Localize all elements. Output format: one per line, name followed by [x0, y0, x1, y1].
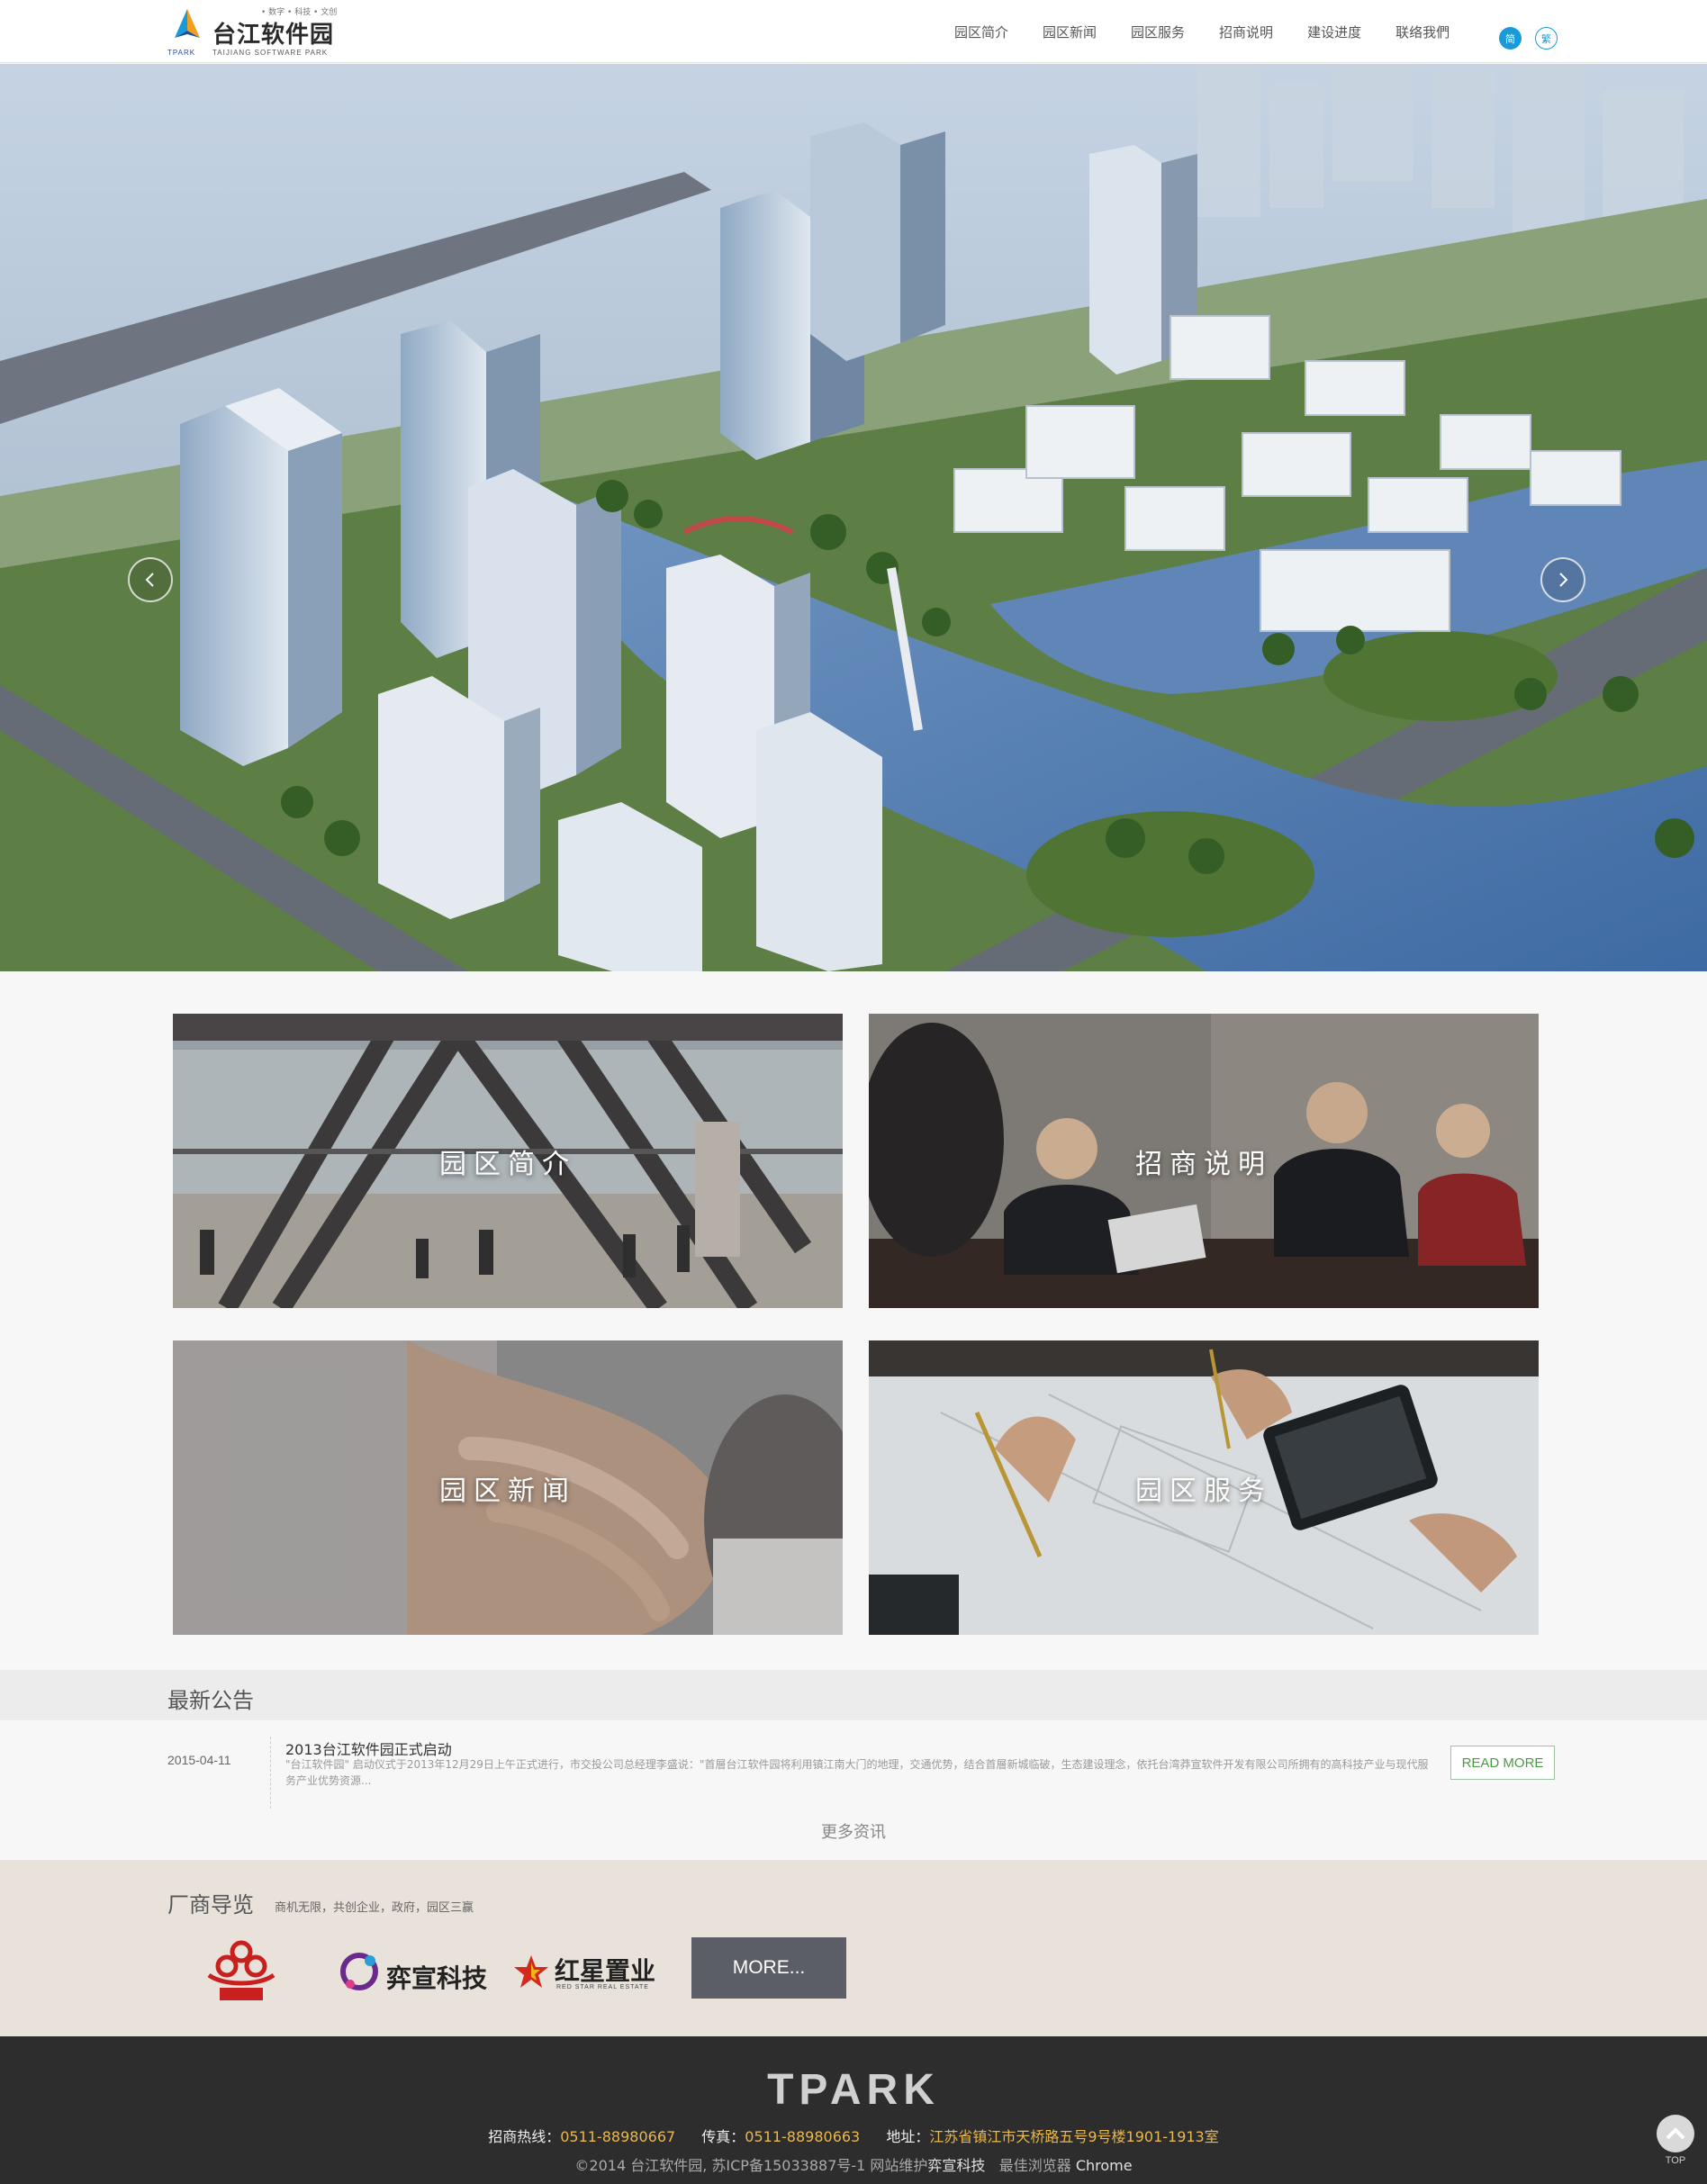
partner-yibang[interactable]: [196, 1939, 286, 2004]
back-to-top-button[interactable]: TOP: [1657, 2115, 1694, 2169]
nav-service[interactable]: 园区服务: [1131, 23, 1185, 41]
notice-item: 2015-04-11 2013台江软件园正式启动 "台江软件园" 启动仪式于20…: [167, 1733, 1555, 1809]
nav-progress[interactable]: 建设进度: [1307, 23, 1361, 41]
back-to-top-label: TOP: [1665, 2155, 1686, 2166]
tile-service-label: 园区服务: [1135, 1475, 1272, 1507]
read-more-button[interactable]: READ MORE: [1450, 1746, 1555, 1780]
footer-copyright: ©2014 台江软件园, 苏ICP备15033887号-1 网站维护弈宣科技 最…: [0, 2153, 1707, 2175]
browser-name: Chrome: [1075, 2157, 1133, 2174]
hero-aerial-image: [0, 64, 1707, 971]
carousel-prev-button[interactable]: [128, 557, 173, 602]
hero-carousel: [0, 64, 1707, 971]
lang-simplified-button[interactable]: 简: [1499, 27, 1522, 50]
hotline-value: 0511-88980667: [560, 2128, 676, 2145]
partner-yixuan[interactable]: 弈宣科技: [338, 1939, 500, 2004]
back-to-top-circle: [1657, 2115, 1694, 2152]
tile-intro-label: 园区简介: [439, 1148, 576, 1180]
chevron-left-icon: [145, 573, 154, 587]
site-logo[interactable]: • 数字 • 科技 • 文创 台江软件园 TPARK TAIJIANG SOFT…: [167, 4, 339, 59]
site-header: • 数字 • 科技 • 文创 台江软件园 TPARK TAIJIANG SOFT…: [0, 0, 1707, 63]
notice-divider: [270, 1737, 271, 1809]
chevron-up-icon: [1666, 2127, 1685, 2140]
logo-subtitle: TAIJIANG SOFTWARE PARK: [212, 49, 329, 57]
more-news-link[interactable]: 更多资讯: [0, 1819, 1707, 1843]
notice-description: "台江软件园" 启动仪式于2013年12月29日上午正式进行，市交投公司总经理李…: [285, 1758, 1429, 1787]
tile-news[interactable]: 园区新闻: [173, 1340, 843, 1635]
tile-service[interactable]: 园区服务: [869, 1340, 1539, 1635]
notice-date: 2015-04-11: [167, 1753, 231, 1767]
tile-invest-label: 招商说明: [1135, 1148, 1272, 1180]
nav-intro[interactable]: 园区简介: [954, 23, 1008, 41]
tile-invest[interactable]: 招商说明: [869, 1014, 1539, 1308]
notice-title: 最新公告: [167, 1688, 254, 1713]
footer-logo: TPARK: [767, 2066, 940, 2114]
hotline-label: 招商热线：: [488, 2128, 561, 2145]
fax-value: 0511-88980663: [745, 2128, 861, 2145]
address-value: 江苏省镇江市天桥路五号9号楼1901-1913室: [929, 2128, 1219, 2145]
tile-intro[interactable]: 园区简介: [173, 1014, 843, 1308]
partners-subtitle: 商机无限，共创企业，政府，园区三赢: [275, 1901, 474, 1915]
partner-yixuan-name: 弈宣科技: [386, 1963, 488, 1993]
nav-invest[interactable]: 招商说明: [1219, 23, 1273, 41]
nav-contact[interactable]: 联络我們: [1395, 23, 1450, 41]
footer-contact: 招商热线：0511-88980667 传真：0511-88980663 地址：江…: [0, 2125, 1707, 2146]
partners-title: 厂商导览: [167, 1892, 254, 1918]
carousel-next-button[interactable]: [1540, 557, 1585, 602]
partners-section: 厂商导览 商机无限，共创企业，政府，园区三赢 弈宣科技 红星置业 RED STA…: [0, 1860, 1707, 2036]
site-footer: TPARK 招商热线：0511-88980667 传真：0511-8898066…: [0, 2036, 1707, 2184]
lang-traditional-button[interactable]: 繁: [1535, 27, 1558, 50]
fax-label: 传真：: [701, 2128, 745, 2145]
partner-redstar-en: RED STAR REAL ESTATE: [556, 1984, 649, 1990]
chevron-right-icon: [1559, 573, 1568, 587]
copyright-text: ©2014 台江软件园, 苏ICP备15033887号-1 网站维护: [574, 2157, 928, 2174]
logo-name: 台江软件园: [212, 22, 335, 49]
address-label: 地址：: [886, 2128, 930, 2145]
logo-mark-icon: [175, 9, 200, 38]
redstar-logo-icon: [514, 1955, 548, 1988]
browser-label: 最佳浏览器: [998, 2157, 1071, 2174]
yibang-logo-icon: [207, 1940, 275, 2000]
main-nav: 园区简介 园区新闻 园区服务 招商说明 建设进度 联络我們: [954, 0, 1484, 63]
partner-redstar-name: 红星置业: [555, 1956, 656, 1986]
notice-header: 最新公告: [0, 1670, 1707, 1720]
logo-en: TPARK: [167, 49, 196, 57]
yixuan-logo-icon: [340, 1953, 378, 1990]
partner-redstar[interactable]: 红星置业 RED STAR REAL ESTATE: [513, 1939, 675, 2004]
nav-news[interactable]: 园区新闻: [1043, 23, 1097, 41]
maintainer-link[interactable]: 弈宣科技: [927, 2157, 985, 2174]
tile-news-label: 园区新闻: [439, 1475, 576, 1507]
partners-more-button[interactable]: MORE...: [691, 1937, 846, 1999]
